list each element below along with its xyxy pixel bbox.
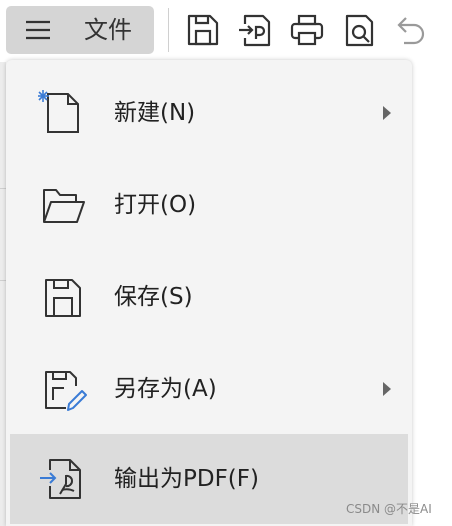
menu-item-label: 保存(S) <box>114 284 193 310</box>
submenu-arrow-icon <box>383 106 391 120</box>
print-preview-icon[interactable] <box>344 12 378 48</box>
file-dropdown-menu: 新建(N) 打开(O) 保存(S) 另存为(A) 输出为PDF(F) <box>6 60 412 526</box>
export-icon[interactable] <box>238 12 272 48</box>
menu-item-label: 新建(N) <box>114 100 196 126</box>
print-icon[interactable] <box>290 12 324 48</box>
menu-item-label: 打开(O) <box>114 192 197 218</box>
menu-item-new[interactable]: 新建(N) <box>10 68 408 158</box>
toolbar-divider <box>168 8 169 52</box>
save-as-icon <box>45 371 87 411</box>
watermark: CSDN @不是AI <box>346 502 432 516</box>
save-icon <box>45 279 81 317</box>
submenu-arrow-icon <box>383 382 391 396</box>
background-area <box>412 62 452 526</box>
menu-item-save-as[interactable]: 另存为(A) <box>10 344 408 434</box>
save-icon[interactable] <box>186 12 220 48</box>
undo-icon[interactable] <box>394 12 428 48</box>
menu-item-open[interactable]: 打开(O) <box>10 160 408 250</box>
menu-item-label: 另存为(A) <box>114 376 217 402</box>
export-pdf-icon <box>40 459 81 499</box>
file-menu-button[interactable]: 文件 <box>6 6 154 54</box>
new-file-icon <box>38 90 79 133</box>
toolbar: 文件 <box>0 0 452 62</box>
menu-item-label: 输出为PDF(F) <box>114 466 259 492</box>
hamburger-icon <box>26 20 50 40</box>
menu-item-save[interactable]: 保存(S) <box>10 252 408 342</box>
file-menu-label: 文件 <box>84 16 132 44</box>
folder-open-icon <box>43 189 85 223</box>
